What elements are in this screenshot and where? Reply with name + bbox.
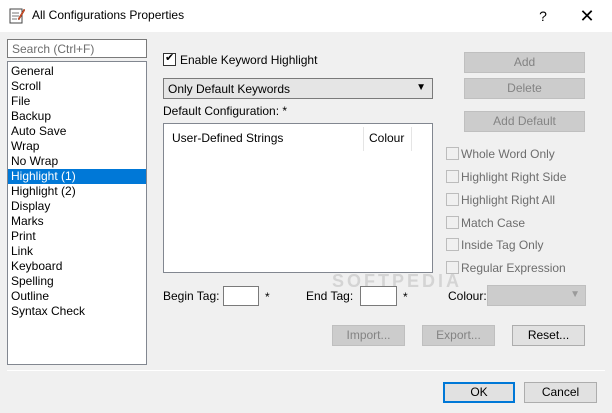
search-input[interactable] <box>7 39 147 58</box>
begin-tag-input[interactable] <box>223 286 259 306</box>
help-button[interactable]: ? <box>531 5 555 27</box>
category-item[interactable]: Keyboard <box>8 259 146 274</box>
end-tag-required-mark: * <box>403 290 408 304</box>
category-item[interactable]: General <box>8 64 146 79</box>
reset-button[interactable]: Reset... <box>512 325 585 346</box>
category-item[interactable]: Highlight (1) <box>8 169 146 184</box>
delete-button[interactable]: Delete <box>464 78 585 99</box>
cancel-button[interactable]: Cancel <box>524 382 597 403</box>
chevron-down-icon: ▼ <box>416 82 426 93</box>
category-item[interactable]: Spelling <box>8 274 146 289</box>
title-bar: All Configurations Properties ? ✕ <box>0 0 612 32</box>
checkmark-icon: ✔ <box>165 52 175 64</box>
category-item[interactable]: Auto Save <box>8 124 146 139</box>
regular-expression-label: Regular Expression <box>461 261 566 275</box>
match-case-label: Match Case <box>461 216 526 230</box>
ok-button[interactable]: OK <box>443 382 515 403</box>
colour-select[interactable]: ▼ <box>487 285 586 306</box>
whole-word-only-checkbox[interactable] <box>446 147 459 160</box>
keywords-select[interactable]: Only Default Keywords ▼ <box>163 78 433 99</box>
category-item[interactable]: Highlight (2) <box>8 184 146 199</box>
default-configuration-label: Default Configuration: * <box>163 104 288 118</box>
window-title: All Configurations Properties <box>32 8 185 22</box>
export-button[interactable]: Export... <box>422 325 495 346</box>
enable-keyword-highlight-checkbox[interactable]: ✔ <box>163 52 176 66</box>
match-case-checkbox[interactable] <box>446 216 459 229</box>
add-button[interactable]: Add <box>464 52 585 73</box>
highlight-right-all-label: Highlight Right All <box>461 193 556 207</box>
inside-tag-only-label: Inside Tag Only <box>461 238 544 252</box>
highlight-right-all-checkbox[interactable] <box>446 193 459 206</box>
highlight-right-side-label: Highlight Right Side <box>461 170 567 184</box>
keywords-select-value: Only Default Keywords <box>168 82 291 96</box>
column-header-colour[interactable]: Colour <box>364 127 412 151</box>
inside-tag-only-checkbox[interactable] <box>446 238 459 251</box>
category-item[interactable]: Syntax Check <box>8 304 146 319</box>
category-item[interactable]: Scroll <box>8 79 146 94</box>
begin-tag-required-mark: * <box>265 290 270 304</box>
colour-label: Colour: <box>448 289 487 303</box>
import-button[interactable]: Import... <box>332 325 405 346</box>
end-tag-label: End Tag: <box>306 289 354 303</box>
end-tag-input[interactable] <box>360 286 397 306</box>
category-item[interactable]: Outline <box>8 289 146 304</box>
begin-tag-label: Begin Tag: <box>163 289 220 303</box>
separator <box>7 370 605 371</box>
category-item[interactable]: No Wrap <box>8 154 146 169</box>
category-list[interactable]: General Scroll File Backup Auto Save Wrap No W… <box>7 61 147 365</box>
category-item[interactable]: Display <box>8 199 146 214</box>
add-default-button[interactable]: Add Default <box>464 111 585 132</box>
category-item[interactable]: Backup <box>8 109 146 124</box>
enable-keyword-highlight-label: Enable Keyword Highlight <box>180 53 318 67</box>
column-header-strings[interactable]: User-Defined Strings <box>167 127 364 151</box>
highlight-right-side-checkbox[interactable] <box>446 170 459 183</box>
chevron-down-icon: ▼ <box>570 289 580 300</box>
category-item[interactable]: Wrap <box>8 139 146 154</box>
category-item[interactable]: Link <box>8 244 146 259</box>
notepad-icon <box>9 8 25 24</box>
category-item[interactable]: File <box>8 94 146 109</box>
close-button[interactable]: ✕ <box>575 5 599 27</box>
whole-word-only-label: Whole Word Only <box>461 147 555 161</box>
category-item[interactable]: Marks <box>8 214 146 229</box>
user-defined-strings-table[interactable]: User-Defined Strings Colour <box>163 123 433 273</box>
category-item[interactable]: Print <box>8 229 146 244</box>
